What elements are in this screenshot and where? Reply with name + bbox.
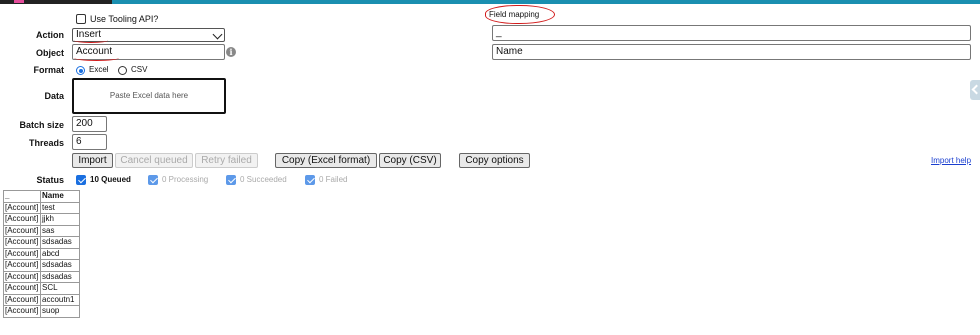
table-cell: [Account] xyxy=(3,293,41,306)
table-row: [Account] sdsadas xyxy=(3,259,80,272)
format-csv-radio[interactable] xyxy=(118,66,127,75)
table-cell: [Account] xyxy=(3,305,41,318)
import-help-link[interactable]: Import help xyxy=(931,156,971,165)
table-header-row: _ Name xyxy=(3,190,80,203)
batch-size-input[interactable]: 200 xyxy=(72,116,107,132)
import-button[interactable]: Import xyxy=(72,153,113,168)
top-header-bar xyxy=(0,0,980,4)
copy-options-button[interactable]: Copy options xyxy=(459,153,530,168)
succeeded-checkbox[interactable] xyxy=(226,175,236,185)
annotation-underline-object xyxy=(74,55,119,61)
table-cell: [Account] xyxy=(3,247,41,260)
processing-checkbox[interactable] xyxy=(148,175,158,185)
column-header: _ xyxy=(3,190,41,203)
table-cell: [Account] xyxy=(3,282,41,295)
table-row: [Account] sas xyxy=(3,224,80,237)
format-csv-label: CSV xyxy=(131,65,148,74)
threads-label: Threads xyxy=(28,138,64,148)
table-cell: [Account] xyxy=(3,213,41,226)
table-cell: [Account] xyxy=(3,259,41,272)
table-cell: accoutn1 xyxy=(40,293,80,306)
table-cell: [Account] xyxy=(3,270,41,283)
info-icon[interactable]: i xyxy=(226,47,236,57)
table-cell: sdsadas xyxy=(40,259,80,272)
data-paste-area[interactable]: Paste Excel data here xyxy=(72,78,226,114)
tooling-api-checkbox[interactable] xyxy=(76,14,86,24)
table-cell: abcd xyxy=(40,247,80,260)
format-excel-label: Excel xyxy=(89,65,109,74)
queued-checkbox[interactable] xyxy=(76,175,86,185)
failed-checkbox[interactable] xyxy=(305,175,315,185)
table-row: [Account] sdsadas xyxy=(3,236,80,249)
table-cell: SCL xyxy=(40,282,80,295)
batch-size-label: Batch size xyxy=(19,120,64,130)
table-row: [Account] jjkh xyxy=(3,213,80,226)
table-cell: suop xyxy=(40,305,80,318)
threads-input[interactable]: 6 xyxy=(72,134,107,150)
processing-status: 0 Processing xyxy=(162,175,209,184)
succeeded-status: 0 Succeeded xyxy=(240,175,287,184)
table-row: [Account] test xyxy=(3,201,80,214)
collapse-panel-icon[interactable] xyxy=(970,80,980,100)
field-mapping-input-1[interactable]: _ xyxy=(492,25,971,41)
table-cell: test xyxy=(40,201,80,214)
retry-failed-button[interactable]: Retry failed xyxy=(195,153,258,168)
chevron-down-icon xyxy=(212,29,223,40)
action-label: Action xyxy=(36,30,64,40)
table-row: [Account] SCL xyxy=(3,282,80,295)
table-row: [Account] sdsadas xyxy=(3,270,80,283)
failed-status: 0 Failed xyxy=(319,175,348,184)
copy-csv-button[interactable]: Copy (CSV) xyxy=(379,153,441,168)
table-row: [Account] accoutn1 xyxy=(3,293,80,306)
table-cell: sdsadas xyxy=(40,236,80,249)
data-label: Data xyxy=(44,91,64,101)
table-cell: [Account] xyxy=(3,201,41,214)
queued-status: 10 Queued xyxy=(90,175,131,184)
table-row: [Account] abcd xyxy=(3,247,80,260)
cancel-queued-button[interactable]: Cancel queued xyxy=(115,153,193,168)
table-cell: [Account] xyxy=(3,224,41,237)
table-cell: sdsadas xyxy=(40,270,80,283)
table-row: [Account] suop xyxy=(3,305,80,318)
copy-excel-button[interactable]: Copy (Excel format) xyxy=(275,153,377,168)
field-mapping-input-2[interactable]: Name xyxy=(492,44,971,60)
tooling-api-label: Use Tooling API? xyxy=(90,14,159,24)
column-header: Name xyxy=(40,190,80,203)
status-label: Status xyxy=(36,175,64,185)
annotation-circle xyxy=(485,5,555,24)
table-cell: sas xyxy=(40,224,80,237)
results-table: _ Name [Account] test [Account] jjkh [Acco… xyxy=(3,190,80,318)
format-excel-radio[interactable] xyxy=(76,66,85,75)
header-logo-mark xyxy=(14,0,24,3)
table-cell: [Account] xyxy=(3,236,41,249)
object-label: Object xyxy=(35,48,64,58)
table-cell: jjkh xyxy=(40,213,80,226)
format-label: Format xyxy=(33,65,64,75)
annotation-underline-action xyxy=(74,38,108,43)
